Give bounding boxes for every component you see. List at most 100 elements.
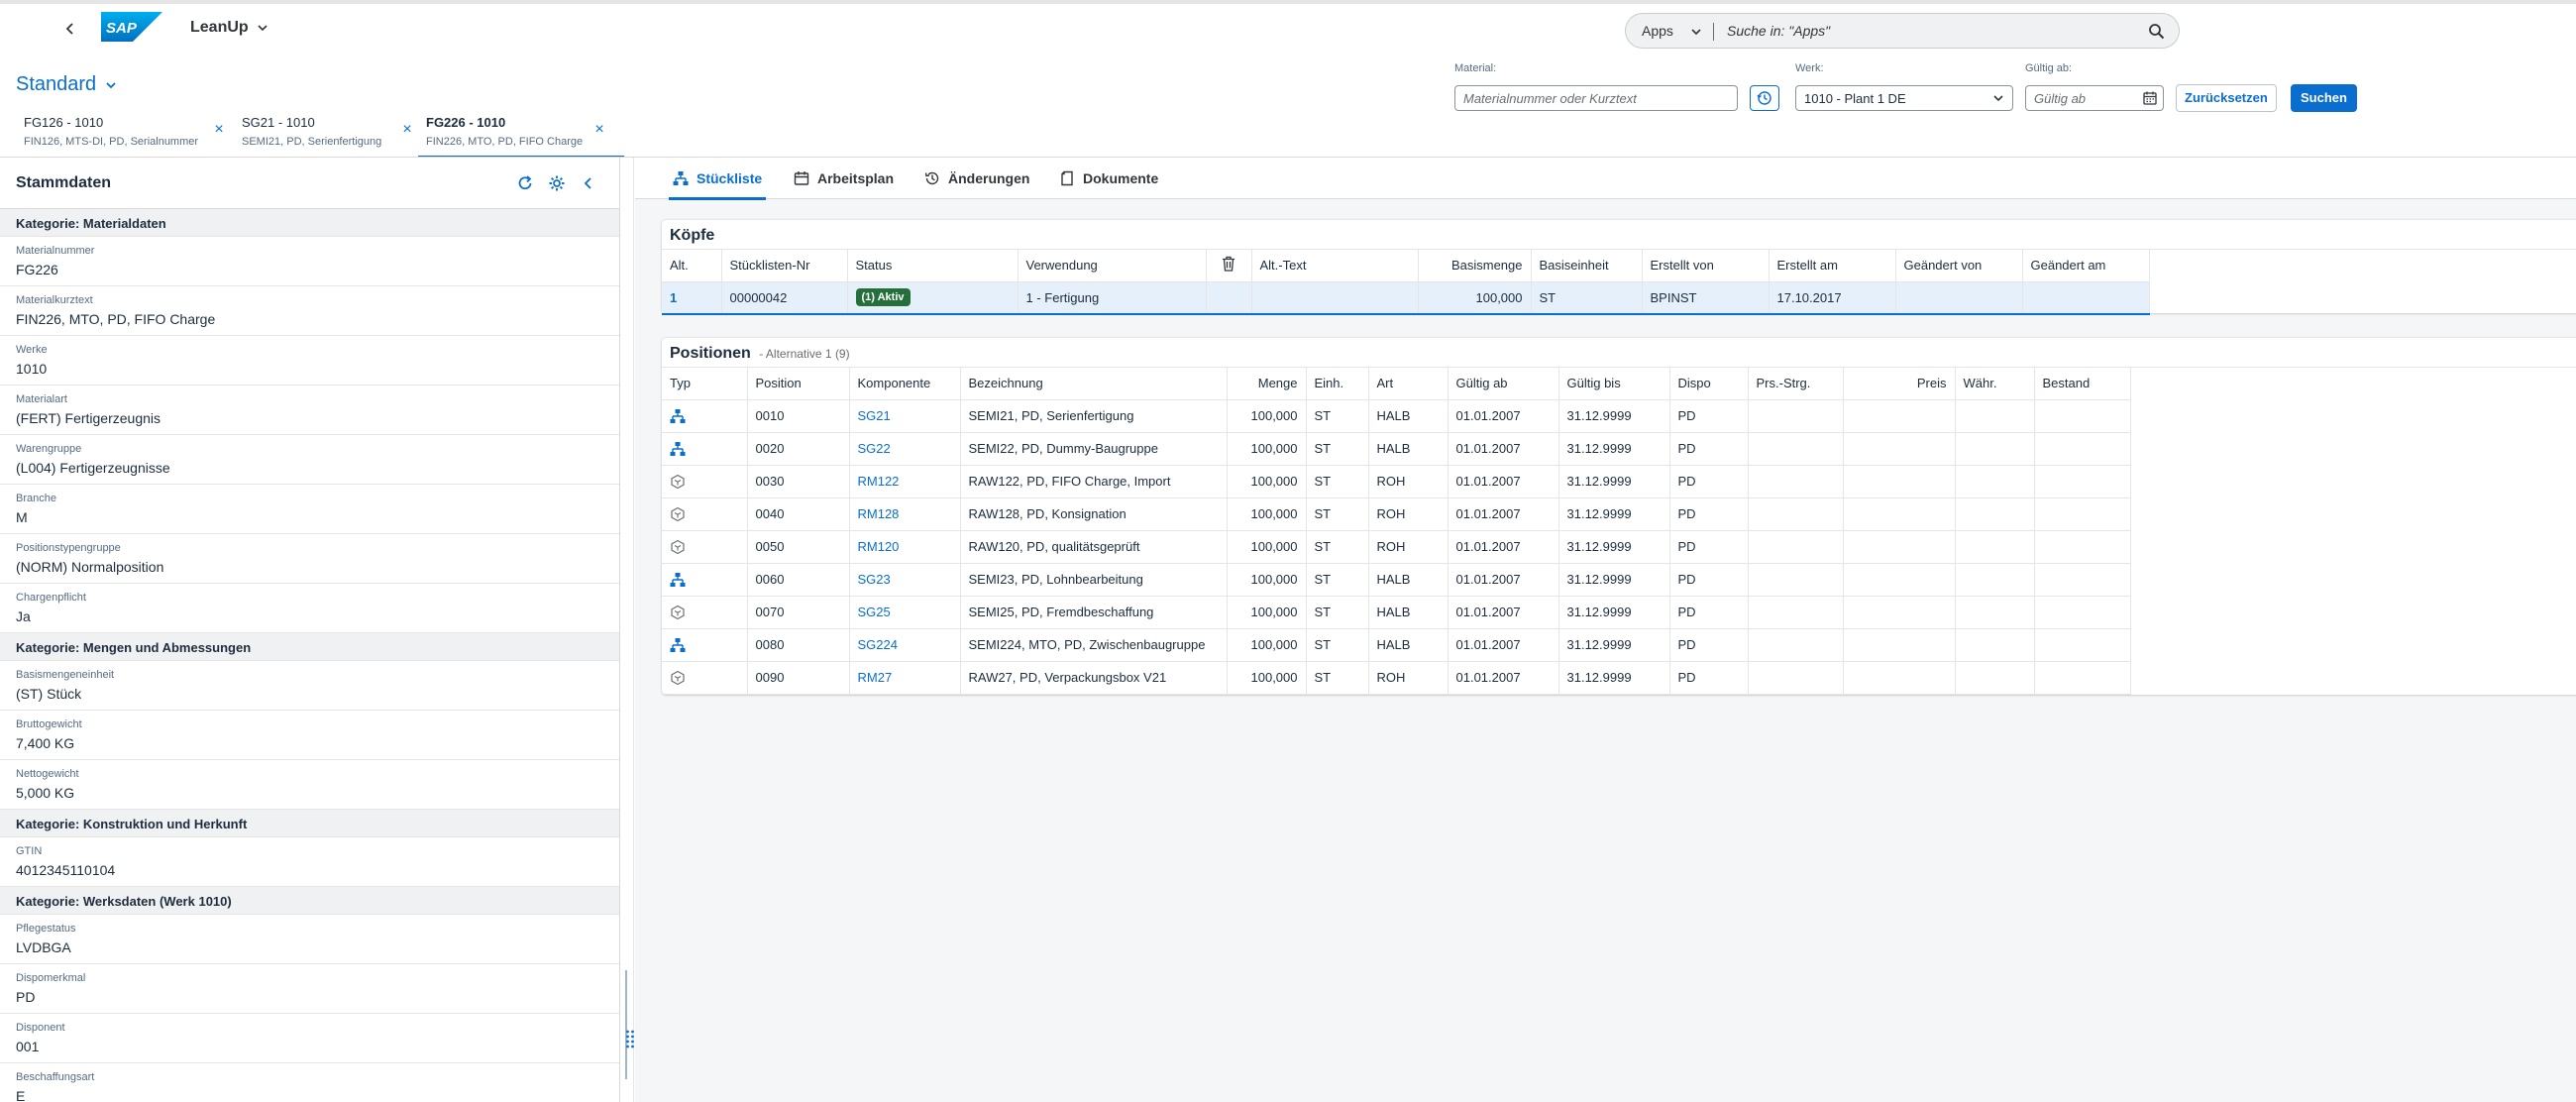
field-row: Materialart (FERT) Fertigerzeugnis <box>0 386 619 435</box>
table-row[interactable]: 0050 RM120 RAW120, PD, qualitätsgeprüft 100… <box>662 530 2131 564</box>
table-row[interactable]: 0040 RM128 RAW128, PD, Konsignation 100,000… <box>662 497 2131 531</box>
settings-icon[interactable] <box>547 173 567 193</box>
column-header[interactable]: Erstellt von <box>1642 250 1770 282</box>
close-icon[interactable]: × <box>592 122 606 138</box>
column-header[interactable]: Menge <box>1227 368 1307 400</box>
chevron-down-icon[interactable] <box>1991 91 2005 105</box>
component-link[interactable]: SG23 <box>858 572 891 587</box>
component-link[interactable]: RM128 <box>858 506 900 521</box>
back-icon[interactable] <box>59 18 81 40</box>
type-cell <box>662 530 748 564</box>
document-icon <box>1061 170 1073 186</box>
category-header: Kategorie: Materialdaten <box>0 209 619 237</box>
table-row[interactable]: 0090 RM27 RAW27, PD, Verpackungsbox V21 100… <box>662 661 2131 695</box>
material-icon <box>671 670 685 685</box>
collapse-left-icon[interactable] <box>579 173 598 193</box>
table-cell: ST <box>1306 465 1369 498</box>
column-header[interactable]: Bestand <box>2034 368 2131 400</box>
panel-header: Stammdaten <box>0 158 619 209</box>
column-header[interactable]: Basiseinheit <box>1531 250 1643 282</box>
component-link[interactable]: SG22 <box>858 441 891 456</box>
column-header[interactable]: Erstellt am <box>1769 250 1896 282</box>
splitter-bar[interactable] <box>625 970 627 1079</box>
chevron-down-icon[interactable] <box>1689 25 1703 39</box>
column-header[interactable]: Bezeichnung <box>960 368 1228 400</box>
tab-arbeitsplan[interactable]: Arbeitsplan <box>794 158 894 199</box>
history-button[interactable] <box>1750 85 1779 111</box>
table-cell: RAW128, PD, Konsignation <box>960 497 1228 531</box>
table-cell <box>1748 661 1844 695</box>
app-title[interactable]: LeanUp <box>190 19 249 37</box>
column-header[interactable]: Alt. <box>662 250 722 282</box>
shell-search[interactable]: Apps Suche in: "Apps" <box>1625 13 2180 49</box>
tab-aenderungen[interactable]: Änderungen <box>924 158 1029 199</box>
reset-button[interactable]: Zurücksetzen <box>2176 84 2277 112</box>
search-icon[interactable] <box>2148 23 2165 40</box>
table-cell: SEMI22, PD, Dummy-Baugruppe <box>960 432 1228 466</box>
column-header[interactable]: Stücklisten-Nr <box>721 250 848 282</box>
table-cell: ST <box>1306 497 1369 531</box>
column-header[interactable]: Alt.-Text <box>1251 250 1419 282</box>
column-header[interactable]: Geändert am <box>2022 250 2150 282</box>
calendar-icon[interactable] <box>2142 90 2158 106</box>
column-header[interactable]: Verwendung <box>1018 250 1207 282</box>
chevron-down-icon[interactable] <box>256 21 269 35</box>
component-cell: SG224 <box>849 628 961 662</box>
table-row[interactable]: 0030 RM122 RAW122, PD, FIFO Charge, Import… <box>662 465 2131 498</box>
field-value: Ja <box>16 608 31 624</box>
material-input[interactable]: Materialnummer oder Kurztext <box>1454 85 1738 111</box>
object-tab-fg126[interactable]: FG126 - 1010 FIN126, MTS-DI, PD, Serialn… <box>24 115 224 157</box>
column-header[interactable]: Einh. <box>1306 368 1369 400</box>
drag-handle-icon[interactable] <box>625 1029 635 1048</box>
column-header[interactable]: Position <box>747 368 850 400</box>
close-icon[interactable]: × <box>212 122 226 138</box>
column-header[interactable]: Typ <box>662 368 748 400</box>
field-row: Basismengeneinheit (ST) Stück <box>0 661 619 711</box>
component-link[interactable]: SG224 <box>858 637 898 652</box>
table-row[interactable]: 0020 SG22 SEMI22, PD, Dummy-Baugruppe 100,0… <box>662 432 2131 466</box>
variant-selector[interactable]: Standard <box>16 73 118 96</box>
tab-dokumente[interactable]: Dokumente <box>1059 158 1158 199</box>
column-header[interactable] <box>1206 250 1252 282</box>
column-header[interactable]: Basismenge <box>1418 250 1532 282</box>
column-header[interactable]: Gültig ab <box>1448 368 1559 400</box>
column-header[interactable]: Währ. <box>1955 368 2035 400</box>
search-input[interactable]: Suche in: "Apps" <box>1727 23 1830 39</box>
werk-select[interactable]: 1010 - Plant 1 DE <box>1795 85 2013 111</box>
object-tab-subtitle: SEMI21, PD, Serienfertigung <box>242 136 382 148</box>
object-tab-sg21[interactable]: SG21 - 1010 SEMI21, PD, Serienfertigung … <box>242 115 412 157</box>
column-header[interactable]: Art <box>1368 368 1449 400</box>
column-header[interactable]: Geändert von <box>1895 250 2023 282</box>
column-header[interactable]: Status <box>847 250 1019 282</box>
table-cell: 31.12.9999 <box>1558 596 1670 629</box>
refresh-icon[interactable] <box>515 173 535 193</box>
search-button[interactable]: Suchen <box>2291 84 2357 112</box>
object-tab-fg226[interactable]: FG226 - 1010 FIN226, MTO, PD, FIFO Charg… <box>418 115 624 159</box>
table-row[interactable]: 0010 SG21 SEMI21, PD, Serienfertigung 100,0… <box>662 399 2131 433</box>
table-row[interactable]: 0070 SG25 SEMI25, PD, Fremdbeschaffung 100,… <box>662 596 2131 629</box>
column-header[interactable]: Preis <box>1843 368 1956 400</box>
positionen-subtitle: - Alternative 1 (9) <box>759 347 850 361</box>
close-icon[interactable]: × <box>400 122 414 138</box>
component-link[interactable]: RM27 <box>858 670 893 685</box>
table-cell: 01.01.2007 <box>1448 661 1559 695</box>
search-scope[interactable]: Apps <box>1642 23 1673 39</box>
column-header[interactable]: Gültig bis <box>1558 368 1670 400</box>
delete-icon[interactable] <box>1222 256 1235 272</box>
component-link[interactable]: SG25 <box>858 605 891 619</box>
column-header[interactable]: Prs.-Strg. <box>1748 368 1844 400</box>
sap-logo[interactable]: SAP <box>101 12 162 42</box>
table-row[interactable]: 0060 SG23 SEMI23, PD, Lohnbearbeitung 100,0… <box>662 563 2131 597</box>
table-header-row: Alt. Stücklisten-Nr Status Verwendung Alt.-T… <box>662 250 2150 282</box>
panel-splitter[interactable] <box>620 158 634 1102</box>
column-header[interactable]: Komponente <box>849 368 961 400</box>
field-row: Bruttogewicht 7,400 KG <box>0 711 619 760</box>
alternative-link[interactable]: 1 <box>670 290 677 305</box>
component-link[interactable]: SG21 <box>858 408 891 423</box>
column-header[interactable]: Dispo <box>1669 368 1749 400</box>
table-row[interactable]: 0080 SG224 SEMI224, MTO, PD, Zwischenbaugr… <box>662 628 2131 662</box>
component-link[interactable]: RM120 <box>858 539 900 554</box>
table-row[interactable]: 1 00000042 (1) Aktiv 1 - Fertigung 100,000 ST… <box>662 281 2150 315</box>
component-link[interactable]: RM122 <box>858 474 900 489</box>
tab-stueckliste[interactable]: Stückliste <box>668 158 767 200</box>
